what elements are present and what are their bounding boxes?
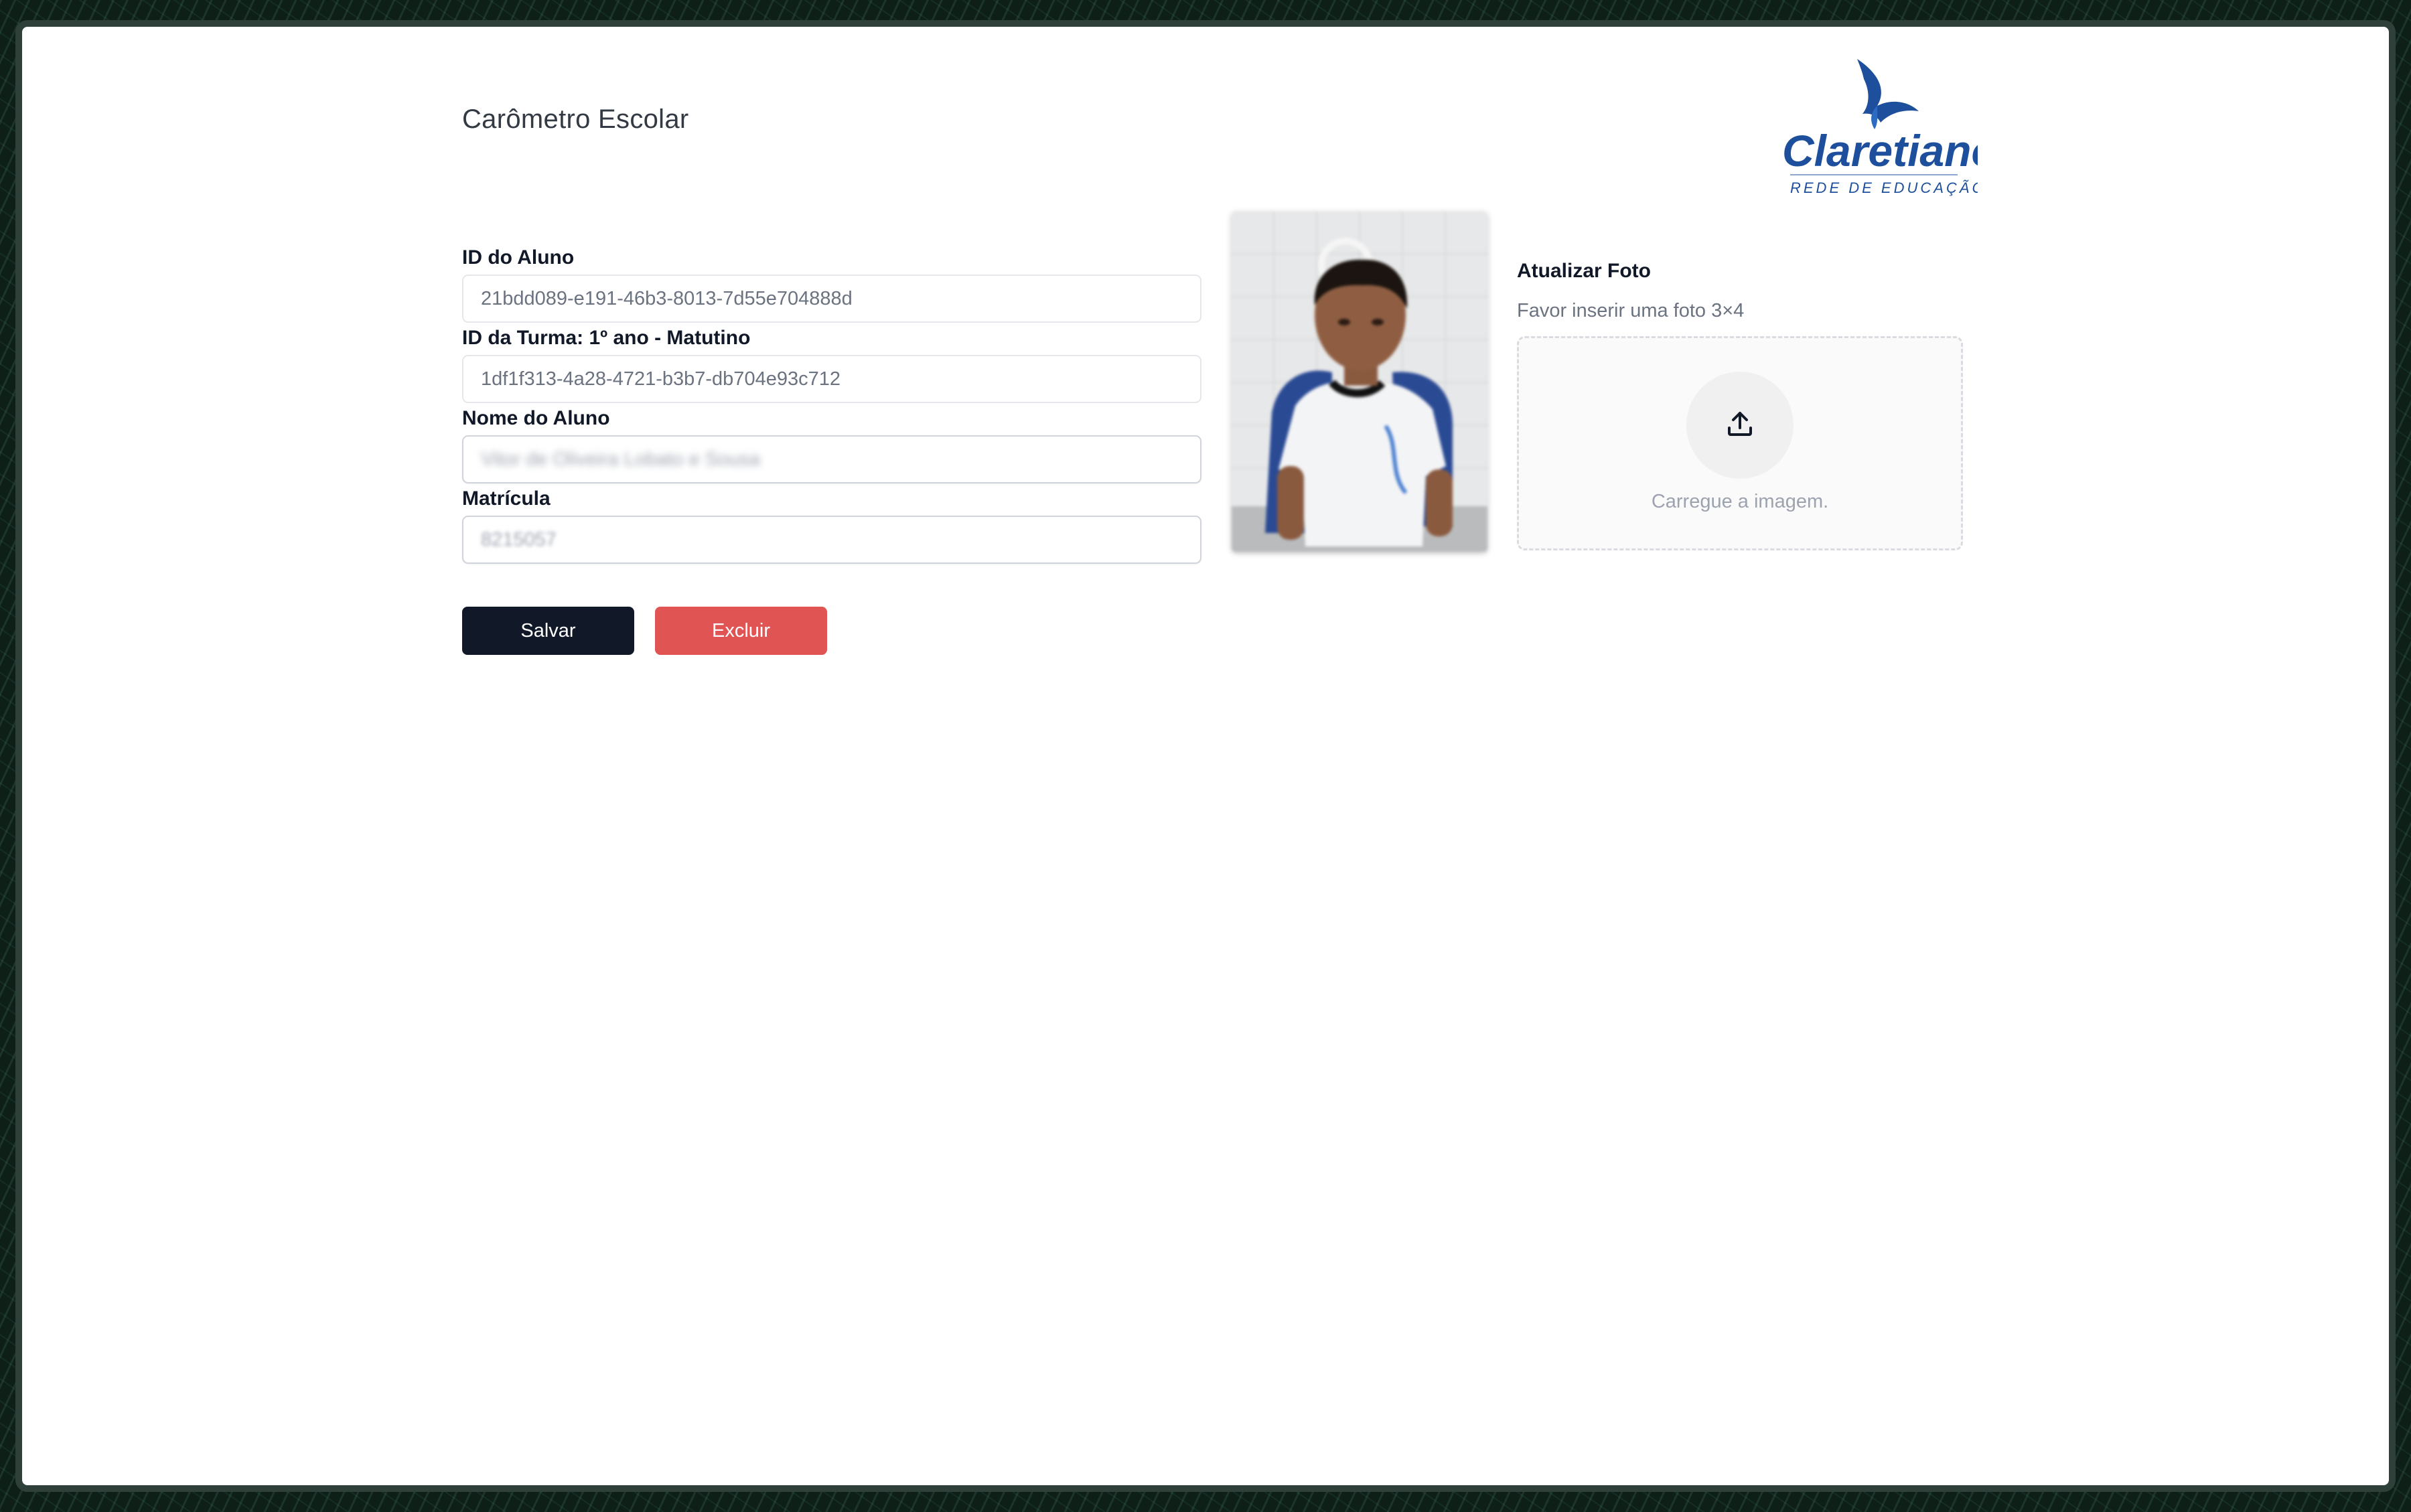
image-dropzone[interactable]: Carregue a imagem. — [1517, 336, 1963, 550]
page-title: Carômetro Escolar — [462, 104, 689, 134]
save-button[interactable]: Salvar — [462, 607, 634, 655]
student-name-label: Nome do Aluno — [462, 407, 610, 429]
upload-title: Atualizar Foto — [1517, 260, 1651, 282]
svg-text:REDE DE EDUCAÇÃO: REDE DE EDUCAÇÃO — [1790, 179, 1978, 196]
main-content: Carômetro Escolar Claretiano REDE DE EDU… — [22, 27, 2389, 1485]
app-window: Carômetro Escolar Claretiano REDE DE EDU… — [15, 20, 2396, 1492]
svg-text:Claretiano: Claretiano — [1782, 126, 1978, 175]
claretiano-logo: Claretiano REDE DE EDUCAÇÃO — [1777, 59, 1998, 203]
dropzone-text: Carregue a imagem. — [1651, 491, 1829, 512]
student-photo — [1232, 212, 1487, 552]
student-name-value: Vitor de Oliveira Lobato e Sousa — [481, 448, 761, 470]
registration-label: Matrícula — [462, 487, 551, 510]
class-id-label: ID da Turma: 1º ano - Matutino — [462, 327, 751, 349]
class-id-field[interactable] — [462, 355, 1201, 403]
registration-field[interactable]: 8215057 — [462, 516, 1201, 564]
student-id-field[interactable] — [462, 275, 1201, 323]
delete-button[interactable]: Excluir — [655, 607, 827, 655]
upload-button[interactable] — [1686, 372, 1794, 479]
registration-value: 8215057 — [481, 528, 557, 550]
student-id-label: ID do Aluno — [462, 246, 575, 269]
student-name-field[interactable]: Vitor de Oliveira Lobato e Sousa — [462, 435, 1201, 483]
upload-icon — [1724, 408, 1756, 443]
upload-hint: Favor inserir uma foto 3×4 — [1517, 300, 1745, 321]
